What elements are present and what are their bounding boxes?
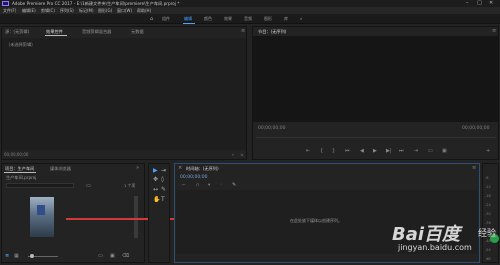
tab-program[interactable]: 节目：(无序列) <box>258 29 286 35</box>
pen-tool-icon[interactable]: ✎ <box>161 186 166 193</box>
tab-project-underline <box>4 172 36 173</box>
go-to-out-icon[interactable]: ⏭ <box>399 148 404 154</box>
project-item-count: 1 个项 <box>124 183 136 188</box>
thumbnail-figure <box>37 205 45 215</box>
effect-controls-area <box>2 38 246 150</box>
snap-icon[interactable]: ⌐ <box>182 183 186 188</box>
track-select-tool-icon[interactable]: ✥ <box>153 176 158 183</box>
new-bin-icon[interactable]: ▭ <box>98 253 103 259</box>
rate-stretch-tool-icon[interactable]: ↔ <box>153 186 158 193</box>
delete-icon[interactable]: ⌫ <box>122 253 129 259</box>
menu-bar <box>0 7 500 14</box>
home-icon[interactable]: ⌂ <box>150 16 153 22</box>
program-panel-menu-icon[interactable]: ≡ <box>492 28 496 34</box>
meter-label-24: -24 <box>485 203 491 207</box>
project-file-name: 生产车间.prproj <box>6 175 37 180</box>
ripple-edit-tool-icon[interactable]: ◊ <box>161 176 164 183</box>
play-icon[interactable]: ▶ <box>373 148 377 154</box>
workspace-active-indicator <box>183 23 195 24</box>
new-bin-search-icon[interactable]: ▭ <box>86 183 91 189</box>
project-search-input[interactable] <box>6 183 74 188</box>
timeline-timecode: 00;00;00;00 <box>180 175 208 180</box>
clip-thumbnail[interactable] <box>30 197 54 237</box>
add-button-icon[interactable]: + <box>486 148 490 154</box>
program-timecode-left: 00;00;00;00 <box>258 126 286 131</box>
add-marker-icon[interactable]: ▾ <box>208 183 210 188</box>
go-to-in-icon[interactable]: ⏮ <box>345 148 350 154</box>
source-timecode: 00;00;00;00 <box>4 152 29 157</box>
program-video-area <box>253 36 498 122</box>
list-view-icon[interactable]: ≣ <box>5 253 9 259</box>
meter-label-36: -36 <box>485 221 491 225</box>
workspace-tab-audio[interactable]: 音频 <box>244 16 252 22</box>
meter-label-54: -54 <box>485 248 491 252</box>
maximize-button[interactable]: □ <box>477 0 482 6</box>
mark-in-icon[interactable]: ⇤ <box>306 148 310 154</box>
wrench-icon[interactable]: ✎ <box>232 182 236 188</box>
type-tool-icon[interactable]: T <box>161 196 165 203</box>
project-scrollbar[interactable] <box>134 196 138 238</box>
program-scrubber[interactable] <box>256 137 496 138</box>
extract-icon[interactable]: ▭ <box>428 148 433 154</box>
workspace-tab-libraries[interactable]: 库 <box>284 16 288 22</box>
export-frame-icon[interactable]: ▣ <box>442 148 447 154</box>
zoom-slider-handle[interactable] <box>30 254 34 258</box>
filter-icon[interactable]: ▿ <box>232 152 234 157</box>
workspace-more-button[interactable]: » <box>300 16 302 21</box>
meter-unit-label: dB <box>486 257 491 261</box>
timeline-panel-menu-icon[interactable]: ≡ <box>472 165 476 171</box>
meter-label-30: -30 <box>485 212 491 216</box>
timeline-close-icon[interactable]: × <box>178 165 182 171</box>
panel-menu-icon[interactable]: ≡ <box>241 28 245 34</box>
razor-tool-icon[interactable]: ⇥ <box>161 167 166 174</box>
workspace-tab-assembly[interactable]: 组件 <box>162 16 170 22</box>
mark-out-bracket-icon[interactable]: } <box>332 148 335 154</box>
step-back-icon[interactable]: ◀ <box>360 148 364 154</box>
tab-source[interactable]: 源：(无剪辑) <box>5 29 29 35</box>
meter-label-12: -12 <box>485 185 491 189</box>
export-icon[interactable]: ⇲ <box>240 152 243 157</box>
hand-tool-icon[interactable]: ✋ <box>153 196 160 203</box>
baidu-jingyan-text: 经验 <box>478 229 497 239</box>
no-clip-selected-message: （未选择剪辑） <box>6 42 36 47</box>
program-timecode-right: 00;00;00;00 <box>462 126 490 131</box>
new-item-icon[interactable]: ▣ <box>110 253 115 259</box>
workspace-tab-editing[interactable]: 编辑 <box>184 16 192 22</box>
meter-label-18: -18 <box>485 194 491 198</box>
workspace-tab-effects[interactable]: 效果 <box>224 16 232 22</box>
meter-label-6: -6 <box>485 176 489 180</box>
premiere-app-icon <box>2 1 9 6</box>
tools-panel <box>148 163 170 263</box>
tab-effect-controls-underline <box>45 35 67 36</box>
minimize-button[interactable]: – <box>466 0 469 6</box>
icon-view-icon[interactable]: ▦ <box>14 253 19 259</box>
close-button[interactable]: ✕ <box>489 0 493 6</box>
lift-icon[interactable]: ⇥ <box>414 148 418 154</box>
mark-in-bracket-icon[interactable]: { <box>320 148 323 154</box>
step-forward-icon[interactable]: ▶| <box>386 148 392 154</box>
timeline-settings-icon[interactable]: ◦ <box>220 183 223 188</box>
linked-selection-icon[interactable]: ∩ <box>196 183 199 188</box>
watermark-url: jingyan.baidu.com <box>398 243 472 252</box>
tab-metadata[interactable]: 元数据 <box>131 29 144 35</box>
tab-media-browser[interactable]: 媒体浏览器 <box>50 166 71 172</box>
project-panel-menu-icon[interactable]: » <box>136 165 139 171</box>
selection-tool-icon[interactable]: ▶ <box>153 167 158 174</box>
workspace-tab-graphics[interactable]: 图形 <box>264 16 272 22</box>
tab-timeline[interactable]: 时间轴：(无序列) <box>186 166 219 172</box>
tab-audio-clip-mixer[interactable]: 音频剪辑混合器 <box>82 29 111 35</box>
workspace-tab-color[interactable]: 颜色 <box>204 16 212 22</box>
timeline-empty-message: 在此处放下媒体以创建序列。 <box>290 218 342 223</box>
